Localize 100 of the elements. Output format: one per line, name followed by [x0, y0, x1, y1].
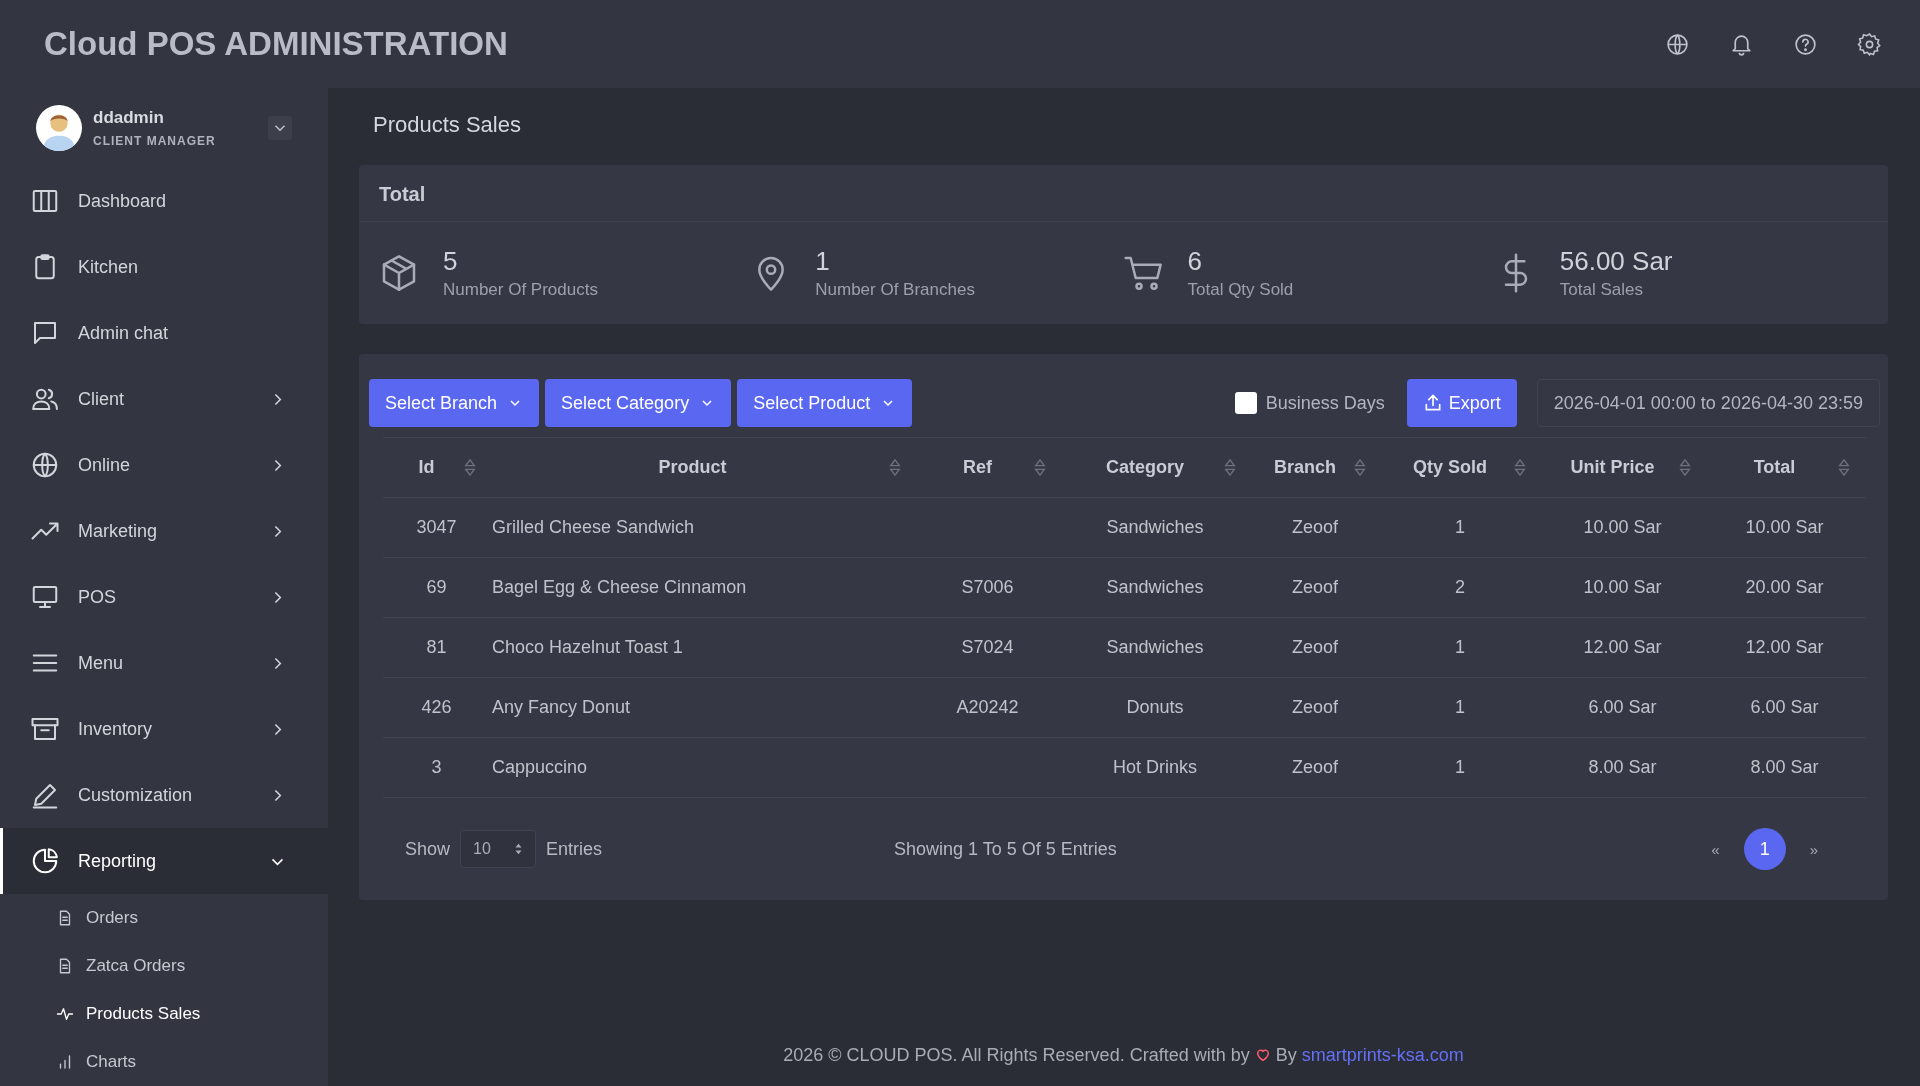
page-size-select[interactable]: 10 [460, 830, 537, 868]
submenu-item[interactable]: Charts [0, 1038, 328, 1086]
next-page-link[interactable]: » [1795, 840, 1832, 858]
table-cell: 10.00 Sar [1583, 577, 1662, 597]
sidebar-item[interactable]: POS [0, 564, 328, 630]
sort-icon [1838, 459, 1850, 476]
stat-value: 1 [815, 246, 831, 277]
table-cell: A20242 [956, 697, 1019, 717]
stat-label: Total Sales [1559, 280, 1644, 300]
stat-label: Total Qty Sold [1187, 280, 1294, 300]
table-cell: 1 [1455, 757, 1465, 777]
card-title: Total [359, 165, 1888, 222]
submenu-item[interactable]: Orders [0, 894, 328, 942]
table-cell: Grilled Cheese Sandwich [492, 517, 695, 537]
table-cell: 8.00 Sar [1588, 757, 1657, 777]
sort-icon [1679, 459, 1691, 476]
table-cell: Donuts [1126, 697, 1184, 717]
sort-icon [1514, 459, 1526, 476]
sort-icon [1034, 459, 1046, 476]
sidebar-item[interactable]: Inventory [0, 696, 328, 762]
table-cell: Any Fancy Donut [492, 697, 631, 717]
table-cell: 3047 [416, 517, 457, 537]
column-header[interactable]: Branch [1250, 457, 1380, 478]
table-cell: Bagel Egg & Cheese Cinnamon [492, 577, 747, 597]
table-cell: 10.00 Sar [1745, 517, 1824, 537]
column-header[interactable]: Total [1705, 457, 1864, 478]
table-cell: Zeoof [1292, 517, 1338, 537]
previous-page-link[interactable]: « [1697, 840, 1734, 858]
column-header[interactable]: Product [490, 457, 915, 478]
stat-value: 56.00 Sar [1559, 246, 1673, 277]
sidebar-item[interactable]: Customization [0, 762, 328, 828]
filter-dropdown[interactable]: Select Branch [369, 379, 540, 427]
checkbox[interactable] [1234, 392, 1257, 414]
table-cell: 1 [1455, 517, 1465, 537]
sidebar-item[interactable]: Reporting [0, 828, 328, 894]
submenu-item[interactable]: Zatca Orders [0, 942, 328, 990]
table-cell: 426 [421, 697, 452, 717]
user-menu-button[interactable] [268, 116, 292, 140]
table-cell: 8.00 Sar [1750, 757, 1819, 777]
table-cell: 6.00 Sar [1750, 697, 1819, 717]
table-cell: 20.00 Sar [1745, 577, 1824, 597]
table-cell: 6.00 Sar [1588, 697, 1657, 717]
page-title: Products Sales [373, 112, 522, 139]
sidebar-item[interactable]: Admin chat [0, 300, 328, 366]
sort-icon [464, 459, 476, 476]
table-cell: 3 [431, 757, 442, 777]
table-cell: 10.00 Sar [1583, 517, 1662, 537]
pulse-icon [56, 1005, 74, 1023]
submenu-item[interactable]: Products Sales [0, 990, 328, 1038]
table-cell: 1 [1455, 637, 1465, 657]
table-cell: Zeoof [1292, 757, 1338, 777]
column-header[interactable]: Qty Sold [1380, 457, 1540, 478]
sidebar-item[interactable]: Kitchen [0, 234, 328, 300]
sort-icon [514, 842, 524, 856]
help-icon[interactable] [1793, 31, 1818, 57]
checkbox-label: Business Days [1265, 392, 1385, 414]
globe-icon[interactable] [1665, 31, 1690, 57]
stat-label: Number Of Products [443, 280, 598, 300]
table-cell: 69 [426, 577, 447, 597]
entries-label: Entries [546, 838, 603, 860]
user-name: ddadmin [93, 108, 165, 128]
sidebar-item[interactable]: Client [0, 366, 328, 432]
date-range-field[interactable]: 2026-04-01 00:00 to 2026-04-30 23:59 [1536, 379, 1880, 427]
pie-chart-icon [30, 846, 60, 876]
sidebar-item[interactable]: Dashboard [0, 168, 328, 234]
table-cell: 12.00 Sar [1745, 637, 1824, 657]
table-cell: Choco Hazelnut Toast 1 [492, 637, 683, 657]
table-cell: Sandwiches [1106, 577, 1204, 597]
sort-icon [1224, 459, 1236, 476]
table-cell: S7006 [961, 577, 1014, 597]
stat-value: 5 [443, 246, 459, 277]
column-header[interactable]: Category [1060, 457, 1250, 478]
entries-info: Showing 1 To 5 Of 5 Entries [894, 838, 1117, 860]
sidebar-item[interactable]: Marketing [0, 498, 328, 564]
table-cell: Sandwiches [1106, 637, 1204, 657]
table-cell: Zeoof [1292, 577, 1338, 597]
sidebar-item[interactable]: Menu [0, 630, 328, 696]
table-cell: 2 [1455, 577, 1465, 597]
table-cell: Cappuccino [492, 757, 588, 777]
table-cell: Zeoof [1292, 637, 1338, 657]
table-cell: 12.00 Sar [1583, 637, 1662, 657]
table-cell: 1 [1455, 697, 1465, 717]
export-button[interactable]: Export [1406, 379, 1517, 427]
app-title: Cloud POS ADMINISTRATION [44, 25, 508, 63]
filter-dropdown[interactable]: Select Category [545, 379, 732, 427]
settings-icon[interactable] [1857, 31, 1882, 57]
page-button[interactable]: 1 [1743, 828, 1786, 870]
table-cell: 81 [426, 637, 447, 657]
heart-icon [1254, 1047, 1271, 1063]
filter-dropdown[interactable]: Select Product [737, 379, 913, 427]
table-cell: Hot Drinks [1113, 757, 1197, 777]
stat-value: 6 [1187, 246, 1203, 277]
table-cell: Sandwiches [1106, 517, 1204, 537]
column-header[interactable]: Ref [915, 457, 1060, 478]
stat-label: Number Of Branches [815, 280, 975, 300]
column-header[interactable]: Unit Price [1540, 457, 1705, 478]
globe-icon [30, 450, 60, 480]
table-cell: Zeoof [1292, 697, 1338, 717]
sidebar-item[interactable]: Online [0, 432, 328, 498]
column-header[interactable]: Id [383, 457, 490, 478]
